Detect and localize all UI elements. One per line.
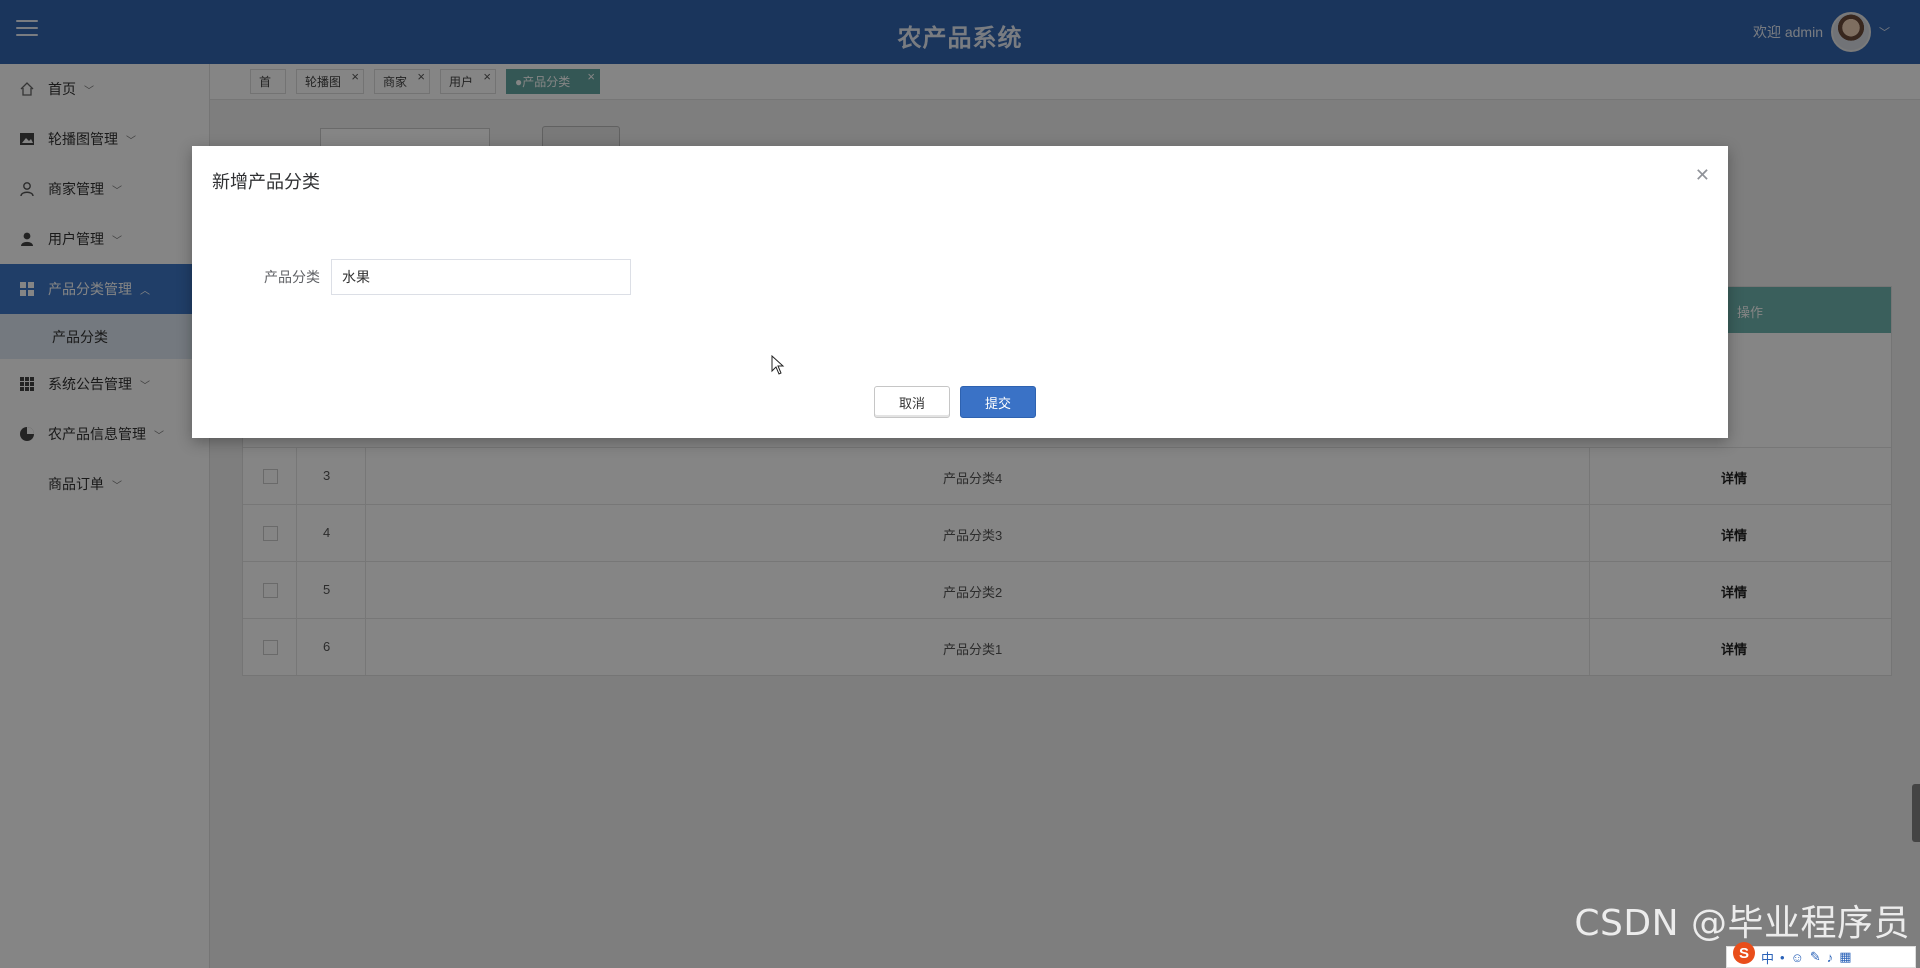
- mouse-cursor-icon: [771, 355, 785, 375]
- ime-toolbar[interactable]: S 中 • ☺ ✎ ♪ ▦: [1726, 942, 1916, 968]
- sogou-logo-icon: S: [1733, 942, 1755, 964]
- scrollbar-handle[interactable]: [1912, 784, 1920, 842]
- category-input[interactable]: [331, 259, 631, 295]
- pen-icon[interactable]: ✎: [1810, 949, 1821, 965]
- mic-icon[interactable]: ♪: [1827, 950, 1834, 965]
- dialog-title: 新增产品分类: [212, 172, 320, 192]
- watermark: CSDN @毕业程序员: [1574, 903, 1910, 944]
- punctuation-icon[interactable]: •: [1780, 950, 1785, 965]
- add-category-dialog: 新增产品分类 ✕ 产品分类 取消 提交: [192, 146, 1728, 438]
- category-field-label: 产品分类: [264, 269, 320, 285]
- toolbox-icon[interactable]: ▦: [1839, 949, 1851, 965]
- submit-button[interactable]: 提交: [960, 386, 1036, 418]
- close-icon[interactable]: ✕: [1695, 166, 1710, 184]
- cancel-button[interactable]: 取消: [874, 386, 950, 418]
- emoji-icon[interactable]: ☺: [1791, 950, 1804, 965]
- ime-mode[interactable]: 中: [1761, 948, 1774, 967]
